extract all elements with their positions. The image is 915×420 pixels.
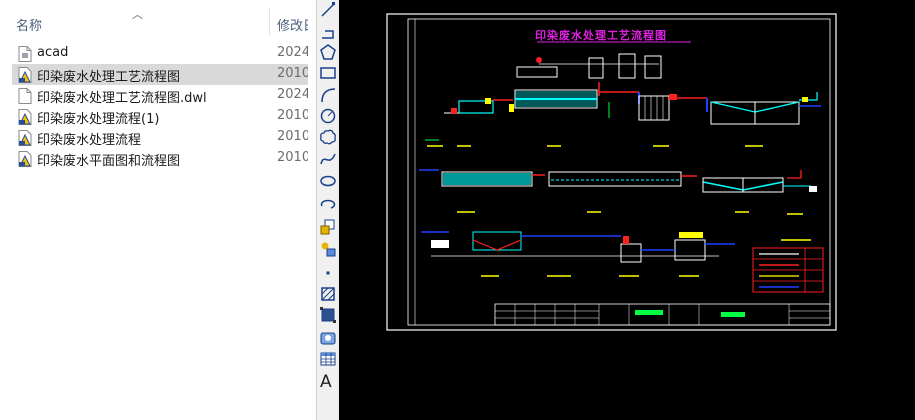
spline-icon[interactable] (319, 150, 337, 168)
pane-splitter[interactable] (308, 0, 316, 420)
column-header-name[interactable]: 名称 (16, 15, 42, 34)
ellipse-icon[interactable] (319, 172, 337, 190)
file-name: 印染废水处理流程(1) (37, 112, 160, 127)
file-name: acad (37, 45, 69, 60)
line-icon[interactable] (319, 1, 337, 19)
gradient-icon[interactable] (319, 306, 337, 324)
blank-file-icon (18, 88, 32, 104)
file-row[interactable]: 印染废水处理工艺流程图.dwl 2024/1 (12, 85, 316, 106)
ellipse-arc-icon[interactable] (319, 195, 337, 213)
file-name: 印染废水处理流程 (37, 133, 142, 148)
file-row-selected[interactable]: 印染废水处理工艺流程图 2010/7 (12, 64, 316, 85)
dwg-file-icon (18, 109, 32, 125)
dwg-file-icon (18, 151, 32, 167)
file-row[interactable]: acad 2024/1 (12, 43, 316, 64)
table-icon[interactable] (319, 350, 337, 368)
make-block-icon[interactable] (319, 240, 337, 258)
file-name: 印染废水处理工艺流程图 (37, 70, 181, 85)
polygon-icon[interactable] (319, 43, 337, 61)
file-explorer-pane: ︿ 名称 修改日期 acad 2024/1 印染废水处理工艺流程图 2010/7… (0, 0, 316, 420)
point-icon[interactable] (319, 264, 337, 282)
polyline-icon[interactable] (319, 23, 337, 41)
column-separator[interactable] (269, 8, 270, 36)
dwg-file-icon (18, 67, 32, 83)
generic-file-icon (18, 46, 32, 62)
dwg-file-icon (18, 130, 32, 146)
hatch-icon[interactable] (319, 285, 337, 303)
file-name: 印染废水平面图和流程图 (37, 154, 181, 169)
insert-block-icon[interactable] (319, 218, 337, 236)
region-icon[interactable] (319, 329, 337, 347)
revision-cloud-icon[interactable] (319, 128, 337, 146)
draw-toolbar: A (316, 0, 340, 420)
file-row[interactable]: 印染废水处理流程(1) 2010/7 (12, 106, 316, 127)
file-name: 印染废水处理工艺流程图.dwl (37, 91, 207, 106)
circle-icon[interactable] (319, 107, 337, 125)
cad-drawing-canvas[interactable]: 印染废水处理工艺流程图 (339, 0, 915, 420)
file-row[interactable]: 印染废水处理流程 2010/9 (12, 127, 316, 148)
file-row[interactable]: 印染废水平面图和流程图 2010/7 (12, 148, 316, 169)
sort-arrow-icon[interactable]: ︿ (132, 6, 143, 22)
drawing-title: 印染废水处理工艺流程图 (535, 29, 667, 42)
rectangle-icon[interactable] (319, 64, 337, 82)
arc-icon[interactable] (319, 86, 337, 104)
column-header: ︿ 名称 修改日期 (0, 8, 316, 36)
cad-drawing (386, 13, 837, 331)
multiline-text-icon[interactable]: A (320, 372, 332, 392)
